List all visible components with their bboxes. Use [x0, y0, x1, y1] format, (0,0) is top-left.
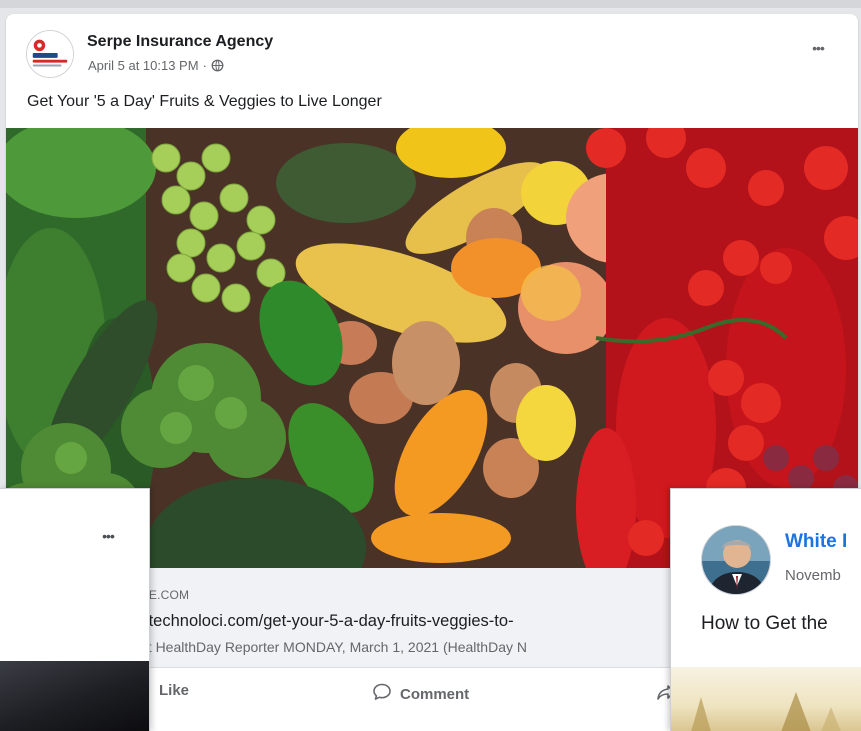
globe-icon	[211, 59, 224, 72]
left-card-image[interactable]	[0, 661, 149, 731]
serpe-logo	[27, 31, 73, 77]
left-feed-card: •••	[0, 488, 150, 731]
link-description: dt HealthDay Reporter MONDAY, March 1, 2…	[140, 639, 527, 655]
post-text: Get Your '5 a Day' Fruits & Veggies to L…	[27, 93, 382, 110]
left-card-more-button[interactable]: •••	[90, 527, 126, 545]
like-button[interactable]: Like	[159, 682, 189, 699]
right-feed-card: White I Novemb How to Get the	[670, 488, 861, 731]
right-card-image[interactable]	[671, 667, 861, 731]
page-avatar[interactable]	[26, 30, 74, 78]
post-author[interactable]: Serpe Insurance Agency	[87, 33, 273, 51]
comment-label: Comment	[400, 685, 470, 703]
right-card-author[interactable]: White I	[785, 531, 847, 553]
post-meta: April 5 at 10:13 PM ·	[88, 58, 224, 73]
comment-icon	[372, 682, 392, 706]
right-card-avatar[interactable]	[701, 525, 771, 595]
right-card-timestamp[interactable]: Novemb	[785, 567, 841, 584]
post-timestamp[interactable]: April 5 at 10:13 PM	[88, 58, 199, 73]
post-header: Serpe Insurance Agency April 5 at 10:13 …	[6, 14, 858, 94]
more-dots-icon: •••	[102, 528, 115, 544]
post-more-button[interactable]: •••	[804, 38, 832, 58]
right-card-text: How to Get the	[701, 613, 828, 634]
link-title[interactable]: .technoloci.com/get-your-5-a-day-fruits-…	[144, 612, 514, 631]
comment-button[interactable]: Comment	[372, 682, 469, 706]
like-label: Like	[159, 682, 190, 699]
meta-separator: ·	[202, 58, 207, 73]
feed-top-strip	[0, 0, 861, 8]
more-dots-icon: •••	[812, 40, 825, 56]
